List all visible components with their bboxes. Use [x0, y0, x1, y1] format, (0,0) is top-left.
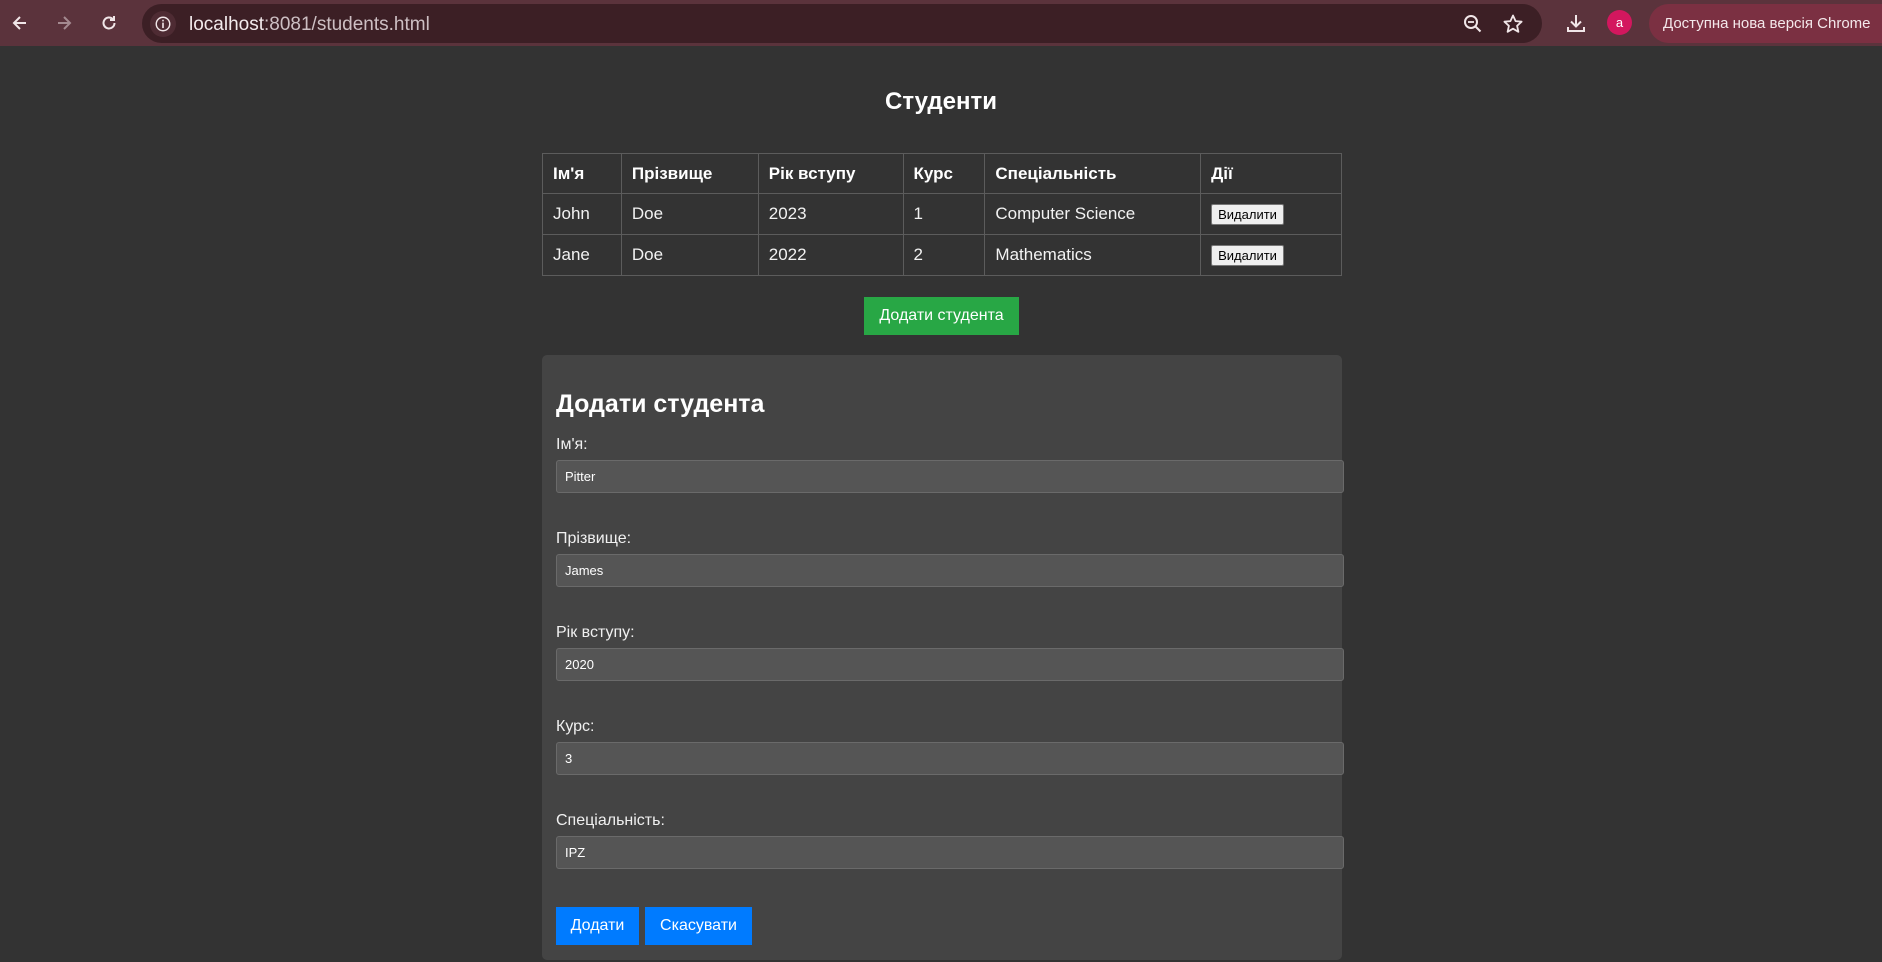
- submit-button[interactable]: Додати: [556, 907, 639, 945]
- column-header-year: Рік вступу: [757, 153, 904, 194]
- address-bar[interactable]: localhost:8081/students.html: [142, 4, 1542, 43]
- add-student-button[interactable]: Додати студента: [864, 297, 1019, 335]
- table-header-row: Ім'я Прізвище Рік вступу Курс Спеціальні…: [542, 153, 1342, 194]
- url-text: localhost:8081/students.html: [189, 14, 430, 36]
- cell-first-name: John: [542, 193, 622, 235]
- table-row: John Doe 2023 1 Computer Science Видалит…: [542, 193, 1342, 235]
- reload-icon[interactable]: [95, 9, 123, 37]
- specialty-input[interactable]: [556, 836, 1344, 869]
- course-label: Курс:: [556, 718, 595, 735]
- column-header-specialty: Спеціальність: [984, 153, 1202, 194]
- delete-button[interactable]: Видалити: [1211, 244, 1284, 266]
- url-host: localhost: [189, 14, 264, 35]
- cell-specialty: Mathematics: [984, 234, 1202, 276]
- first-name-label: Ім'я:: [556, 436, 588, 453]
- forward-icon[interactable]: [50, 9, 78, 37]
- cell-course: 1: [902, 193, 986, 235]
- last-name-input[interactable]: [556, 554, 1344, 587]
- column-header-actions: Дії: [1200, 153, 1342, 194]
- column-header-course: Курс: [902, 153, 986, 194]
- zoom-icon[interactable]: [1462, 13, 1484, 35]
- cell-actions: Видалити: [1200, 193, 1342, 235]
- page-title: Студенти: [884, 88, 998, 115]
- cell-actions: Видалити: [1200, 234, 1342, 276]
- cell-course: 2: [902, 234, 986, 276]
- column-header-last-name: Прізвище: [620, 153, 759, 194]
- column-header-first-name: Ім'я: [542, 153, 622, 194]
- cell-year: 2023: [757, 193, 904, 235]
- profile-avatar[interactable]: a: [1607, 10, 1632, 35]
- chrome-update-button[interactable]: Доступна нова версія Chrome: [1649, 4, 1882, 43]
- course-input[interactable]: [556, 742, 1344, 775]
- year-label: Рік вступу:: [556, 624, 635, 641]
- table-row: Jane Doe 2022 2 Mathematics Видалити: [542, 234, 1342, 276]
- url-path: :8081/students.html: [264, 14, 430, 35]
- first-name-input[interactable]: [556, 460, 1344, 493]
- cell-specialty: Computer Science: [984, 193, 1202, 235]
- cell-first-name: Jane: [542, 234, 622, 276]
- students-table: Ім'я Прізвище Рік вступу Курс Спеціальні…: [542, 153, 1342, 276]
- cell-last-name: Doe: [620, 234, 759, 276]
- cell-last-name: Doe: [620, 193, 759, 235]
- bookmark-star-icon[interactable]: [1502, 13, 1524, 35]
- year-input[interactable]: [556, 648, 1344, 681]
- specialty-label: Спеціальність:: [556, 812, 665, 829]
- cell-year: 2022: [757, 234, 904, 276]
- add-student-form: Додати студента Ім'я: Прізвище: Рік всту…: [542, 355, 1344, 960]
- download-icon[interactable]: [1565, 12, 1587, 34]
- cancel-button[interactable]: Скасувати: [645, 907, 752, 945]
- back-icon[interactable]: [6, 9, 34, 37]
- form-title: Додати студента: [556, 390, 765, 418]
- site-info-icon[interactable]: [150, 11, 176, 37]
- last-name-label: Прізвище:: [556, 530, 632, 547]
- browser-toolbar: localhost:8081/students.html a Доступна …: [0, 0, 1882, 46]
- delete-button[interactable]: Видалити: [1211, 203, 1284, 225]
